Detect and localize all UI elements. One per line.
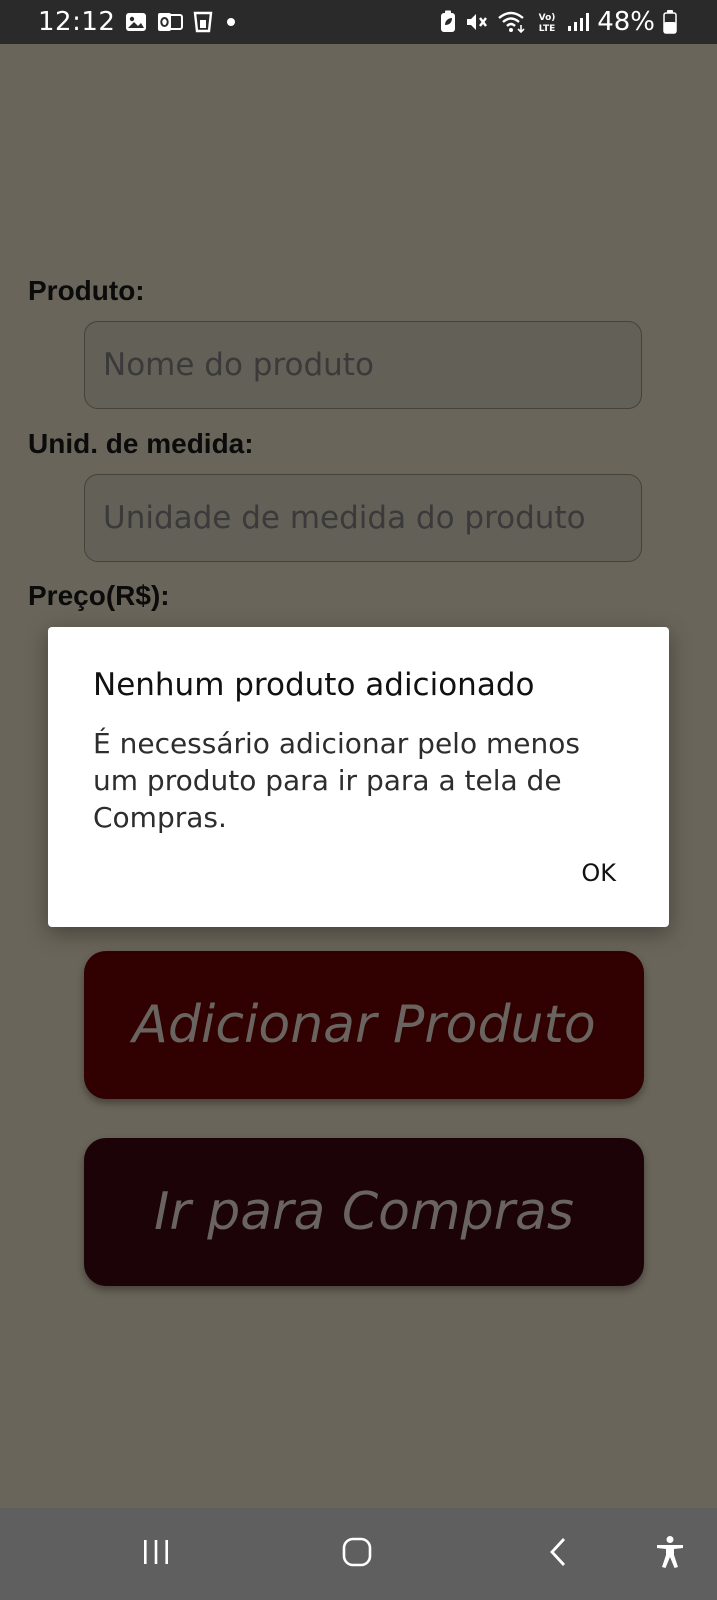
status-left-group: 12:12 (38, 0, 239, 44)
alert-dialog: Nenhum produto adicionado É necessário a… (48, 627, 669, 927)
dialog-ok-button[interactable]: OK (573, 855, 624, 891)
recents-button[interactable] (126, 1508, 186, 1600)
go-to-purchases-button[interactable]: Ir para Compras (84, 1138, 644, 1286)
battery-percent: 48% (597, 7, 655, 37)
signal-icon (567, 12, 590, 32)
home-button[interactable] (327, 1508, 387, 1600)
svg-text:Vo): Vo) (539, 13, 556, 23)
glass-icon (193, 11, 213, 33)
outlook-icon (157, 12, 184, 32)
recents-icon (141, 1537, 171, 1572)
price-label: Preço(R$): (28, 580, 170, 611)
status-right-group: Vo) LTE 48% (439, 0, 677, 44)
accessibility-icon (655, 1535, 685, 1574)
gallery-icon (125, 12, 147, 32)
dot-icon (223, 14, 239, 30)
battery-saver-icon (439, 10, 457, 34)
dialog-message: É necessário adicionar pelo menos um pro… (93, 727, 580, 834)
unit-input[interactable]: Unidade de medida do produto (84, 474, 642, 562)
mute-icon (465, 11, 489, 33)
home-icon (341, 1536, 373, 1573)
svg-text:LTE: LTE (539, 24, 556, 34)
add-product-button[interactable]: Adicionar Produto (84, 951, 644, 1099)
navigation-bar (0, 1508, 717, 1600)
unit-label: Unid. de medida: (28, 428, 254, 459)
back-icon (547, 1536, 569, 1573)
status-time: 12:12 (38, 7, 116, 37)
product-label: Produto: (28, 275, 145, 306)
battery-icon (663, 10, 677, 34)
volte-icon: Vo) LTE (535, 10, 559, 34)
status-bar: 12:12 Vo) LTE 48% (0, 0, 717, 44)
product-name-input[interactable]: Nome do produto (84, 321, 642, 409)
accessibility-button[interactable] (640, 1508, 700, 1600)
wifi-icon (497, 11, 527, 33)
dialog-title: Nenhum produto adicionado (93, 667, 535, 703)
back-button[interactable] (528, 1508, 588, 1600)
